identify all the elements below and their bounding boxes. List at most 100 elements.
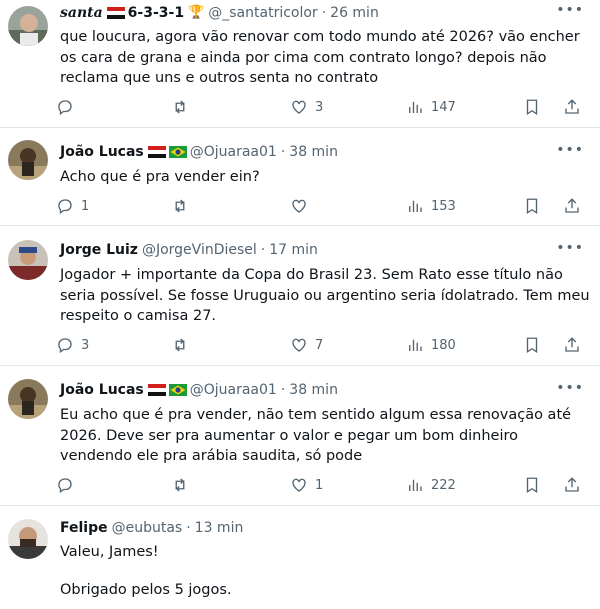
user-handle[interactable]: @_santatricolor: [208, 2, 317, 24]
bookmark-icon: [526, 99, 538, 116]
tweet-4[interactable]: João Lucas @Ojuaraa01 · 38 min Eu acho q…: [0, 366, 600, 506]
display-name[interactable]: João Lucas: [60, 141, 144, 163]
like-button[interactable]: 3: [290, 96, 323, 118]
views-icon: [409, 101, 422, 113]
tweet-header: João Lucas @Ojuaraa01 · 38 min: [60, 379, 590, 401]
retweet-icon: [175, 338, 185, 352]
tweet-actions: 1 222: [56, 474, 579, 496]
reply-icon: [58, 478, 72, 494]
bookmark-button[interactable]: [523, 96, 541, 118]
reply-button[interactable]: 1: [56, 195, 89, 217]
timestamp[interactable]: 38 min: [289, 379, 338, 401]
tweet-text: Jogador + importante da Copa do Brasil 2…: [60, 267, 590, 324]
reply-icon: [58, 199, 72, 215]
heart-icon: [292, 338, 306, 352]
separator-dot: ·: [280, 144, 286, 160]
tweet-header: Jorge Luiz @JorgeVinDiesel · 17 min: [60, 239, 590, 261]
share-icon: [565, 477, 579, 492]
tweet-header: João Lucas @Ojuaraa01 · 38 min: [60, 141, 590, 163]
retweet-button[interactable]: [171, 334, 196, 356]
like-button[interactable]: 1: [290, 474, 323, 496]
timestamp[interactable]: 38 min: [289, 141, 338, 163]
tweet-header: santa 6-3-3-1 🏆 @_santatricolor · 26 min: [60, 2, 590, 24]
reply-count: 3: [81, 337, 90, 353]
view-count: 180: [431, 337, 456, 353]
like-button[interactable]: 7: [290, 334, 323, 356]
user-handle[interactable]: @Ojuaraa01: [190, 379, 277, 401]
timestamp[interactable]: 13 min: [195, 517, 244, 539]
views-button[interactable]: 222: [406, 474, 456, 496]
reply-feed: santa 6-3-3-1 🏆 @_santatricolor · 26 min…: [0, 0, 600, 609]
display-name[interactable]: Felipe: [60, 517, 108, 539]
tweet-header: Felipe @eubutas · 13 min: [60, 517, 590, 539]
share-icon: [565, 198, 579, 213]
retweet-icon: [175, 478, 185, 492]
share-button[interactable]: [563, 195, 581, 217]
avatar[interactable]: [8, 379, 48, 419]
display-name-suffix: 6-3-3-1: [127, 5, 185, 21]
trophy-icon: 🏆: [188, 5, 205, 20]
reply-button[interactable]: [56, 96, 81, 118]
share-button[interactable]: [563, 474, 581, 496]
display-name[interactable]: santa: [60, 2, 103, 24]
tweet-5[interactable]: Felipe @eubutas · 13 min Valeu, James! O…: [0, 506, 600, 609]
display-name[interactable]: Jorge Luiz: [60, 239, 138, 261]
reply-count: 1: [81, 198, 90, 214]
views-button[interactable]: 153: [406, 195, 456, 217]
views-button[interactable]: 180: [406, 334, 456, 356]
like-button[interactable]: [290, 195, 315, 217]
tweet-2[interactable]: João Lucas @Ojuaraa01 · 38 min Acho que …: [0, 128, 600, 226]
user-handle[interactable]: @JorgeVinDiesel: [142, 239, 257, 261]
brazil-flag-icon: [168, 146, 187, 158]
views-icon: [409, 200, 422, 212]
user-handle[interactable]: @Ojuaraa01: [190, 141, 277, 163]
reply-button[interactable]: 3: [56, 334, 89, 356]
retweet-button[interactable]: [171, 195, 196, 217]
more-options-icon[interactable]: •••: [556, 2, 584, 18]
tweet-3[interactable]: Jorge Luiz @JorgeVinDiesel · 17 min Joga…: [0, 226, 600, 366]
tweet-1[interactable]: santa 6-3-3-1 🏆 @_santatricolor · 26 min…: [0, 0, 600, 128]
heart-icon: [292, 199, 306, 213]
bookmark-button[interactable]: [523, 334, 541, 356]
separator-dot: ·: [260, 242, 266, 258]
more-options-icon[interactable]: •••: [556, 142, 584, 158]
share-button[interactable]: [563, 334, 581, 356]
tweet-actions: 3 147: [56, 96, 579, 118]
share-button[interactable]: [563, 96, 581, 118]
views-button[interactable]: 147: [406, 96, 456, 118]
tweet-text: que loucura, agora vão renovar com todo …: [60, 29, 580, 86]
like-count: 3: [315, 99, 324, 115]
more-options-icon[interactable]: •••: [556, 240, 584, 256]
reply-button[interactable]: [56, 474, 81, 496]
retweet-button[interactable]: [171, 474, 196, 496]
avatar[interactable]: [8, 6, 48, 46]
separator-dot: ·: [280, 382, 286, 398]
timestamp[interactable]: 17 min: [269, 239, 318, 261]
tweet-text: Valeu, James! Obrigado pelos 5 jogos.: [60, 544, 232, 598]
retweet-button[interactable]: [171, 96, 196, 118]
separator-dot: ·: [186, 520, 191, 536]
more-options-icon[interactable]: •••: [556, 380, 584, 396]
bookmark-button[interactable]: [523, 474, 541, 496]
timestamp[interactable]: 26 min: [330, 2, 379, 24]
avatar[interactable]: [8, 240, 48, 280]
heart-icon: [292, 100, 306, 114]
like-count: 7: [315, 337, 324, 353]
view-count: 147: [431, 99, 456, 115]
avatar[interactable]: [8, 140, 48, 180]
views-icon: [409, 339, 422, 351]
retweet-icon: [175, 199, 185, 213]
bookmark-icon: [526, 337, 538, 354]
view-count: 153: [431, 198, 456, 214]
tweet-text: Eu acho que é pra vender, não tem sentid…: [60, 407, 572, 464]
bookmark-button[interactable]: [523, 195, 541, 217]
flag-icon: [106, 7, 125, 19]
avatar[interactable]: [8, 519, 48, 559]
reply-icon: [58, 338, 72, 354]
user-handle[interactable]: @eubutas: [112, 517, 183, 539]
tweet-text: Acho que é pra vender ein?: [60, 169, 260, 185]
retweet-icon: [175, 100, 185, 114]
heart-icon: [292, 478, 306, 492]
display-name[interactable]: João Lucas: [60, 379, 144, 401]
view-count: 222: [431, 477, 456, 493]
